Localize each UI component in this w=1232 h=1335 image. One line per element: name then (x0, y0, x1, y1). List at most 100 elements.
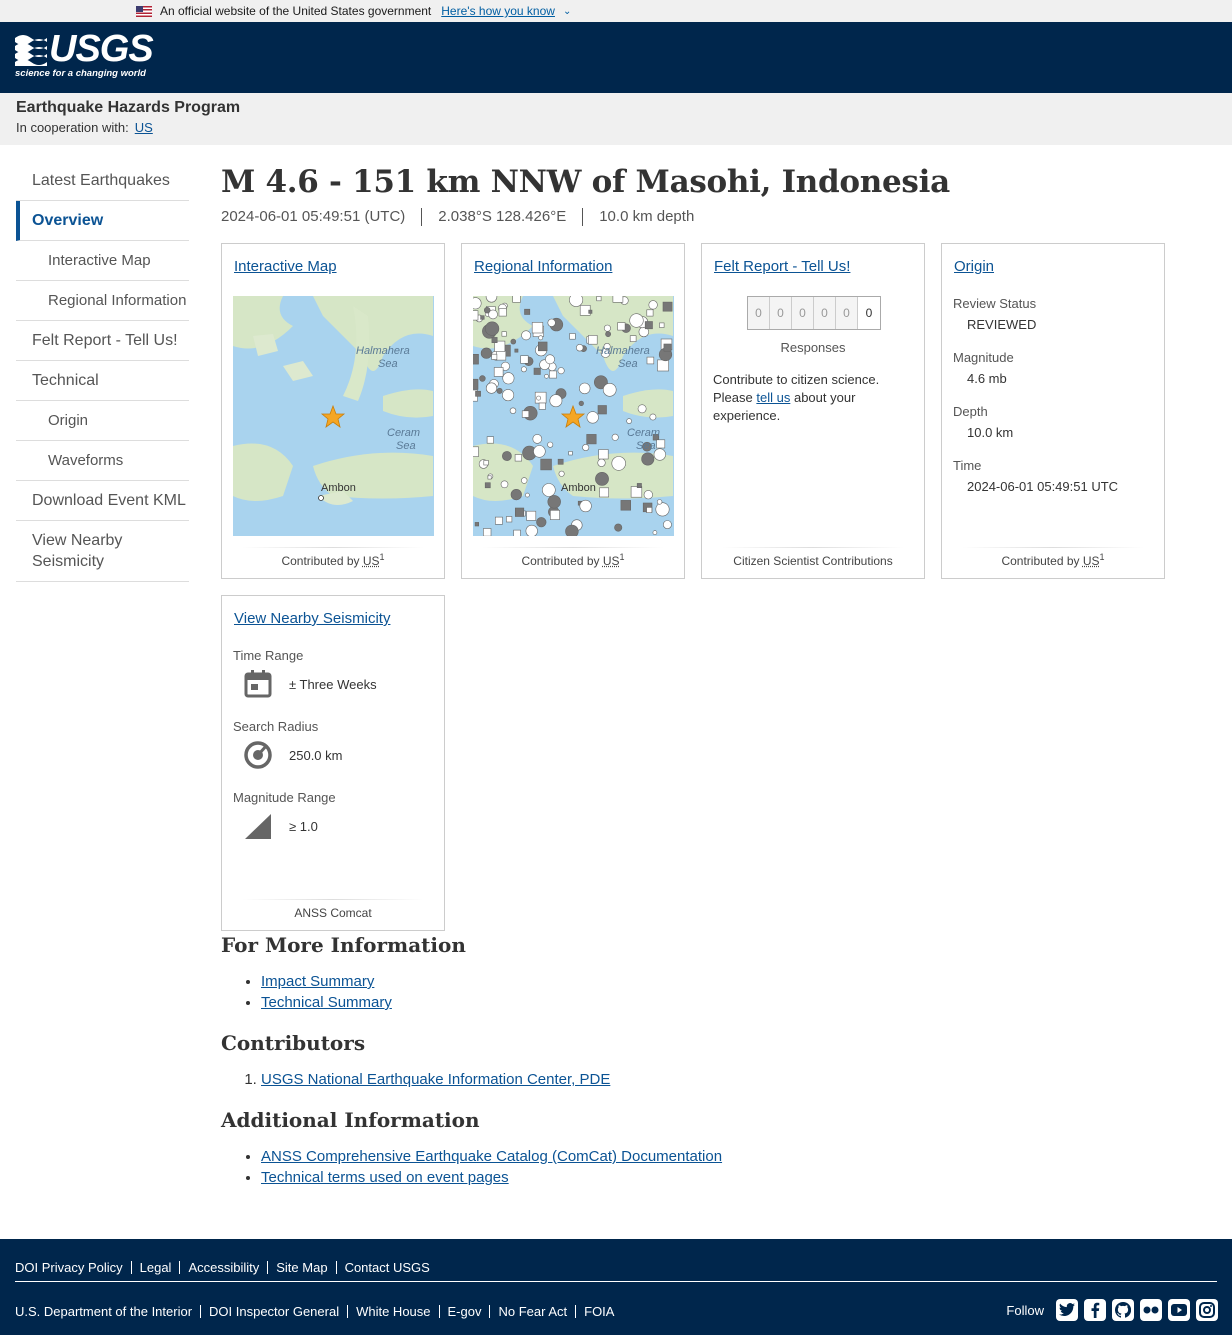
contributors-heading: Contributors (221, 1031, 366, 1055)
seismicity-event-marker (525, 524, 538, 536)
seismicity-event-marker (491, 353, 498, 360)
seismicity-event-marker (540, 458, 552, 471)
footer-link-accessibility[interactable]: Accessibility (179, 1261, 267, 1274)
seismicity-event-marker (588, 335, 598, 345)
seismicity-event-marker (565, 524, 579, 536)
felt-report-card[interactable]: Felt Report - Tell Us! 0 0 0 0 0 0 Respo… (701, 243, 925, 579)
seismicity-event-marker (512, 296, 521, 303)
sidebar-item-origin[interactable]: Origin (16, 401, 189, 441)
sidebar-item-overview[interactable]: Overview (16, 201, 189, 241)
responses-label: Responses (780, 340, 846, 355)
seismicity-event-marker (538, 341, 548, 352)
footer-link-egov[interactable]: E-gov (438, 1305, 490, 1318)
coop-us-link[interactable]: US (135, 120, 153, 135)
seismicity-event-marker (486, 436, 494, 444)
seismicity-event-marker (496, 350, 507, 361)
footer-link-contact[interactable]: Contact USGS (335, 1261, 438, 1274)
seismicity-event-marker (533, 367, 541, 375)
origin-link[interactable]: Origin (954, 258, 994, 275)
depth-value: 10.0 km (967, 425, 1014, 440)
seismicity-event-marker (525, 492, 530, 498)
seismicity-event-marker (595, 471, 609, 486)
seismicity-event-marker (629, 335, 637, 342)
footer-link-foia[interactable]: FOIA (575, 1305, 622, 1318)
sidebar-item-waveforms[interactable]: Waveforms (16, 441, 189, 481)
youtube-icon[interactable] (1168, 1299, 1190, 1321)
neic-contributor-link[interactable]: USGS National Earthquake Information Cen… (261, 1071, 610, 1088)
interactive-map-link[interactable]: Interactive Map (234, 258, 337, 275)
seismicity-event-marker (611, 433, 619, 441)
sidebar-item-download-kml[interactable]: Download Event KML (16, 481, 189, 521)
footer-link-legal[interactable]: Legal (130, 1261, 180, 1274)
regional-label-halmahera: Halmahera (596, 345, 650, 357)
seismicity-event-marker (547, 441, 554, 448)
usgs-logo[interactable]: USGS science for a changing world (15, 28, 154, 82)
follow-label: Follow (1006, 1302, 1044, 1318)
regional-seismicity-thumbnail[interactable]: Halmahera Sea Ceram Sea Ambon (473, 296, 674, 536)
origin-card[interactable]: Origin Review Status REVIEWED Magnitude … (941, 243, 1165, 579)
seismicity-event-marker (597, 405, 607, 415)
interactive-map-thumbnail[interactable]: Halmahera Sea Ceram Sea Ambon (233, 296, 434, 536)
time-label: Time (953, 458, 982, 473)
seismicity-event-marker (520, 477, 528, 484)
main-content: M 4.6 - 151 km NNW of Masohi, Indonesia … (221, 164, 1181, 1188)
twitter-icon[interactable] (1056, 1299, 1078, 1321)
footer-link-inspector-general[interactable]: DOI Inspector General (200, 1305, 347, 1318)
sidebar-item-latest-earthquakes[interactable]: Latest Earthquakes (16, 161, 189, 201)
seismicity-event-marker (626, 418, 632, 424)
footer-link-privacy[interactable]: DOI Privacy Policy (15, 1261, 131, 1274)
list-item: ANSS Comprehensive Earthquake Catalog (C… (261, 1146, 1181, 1167)
seismicity-event-marker (656, 439, 666, 449)
program-title[interactable]: Earthquake Hazards Program (16, 99, 1216, 117)
sidebar-item-technical[interactable]: Technical (16, 361, 189, 401)
interactive-map-card[interactable]: Interactive Map Halmahera Sea Ceram Sea … (221, 243, 445, 579)
seismicity-event-marker (578, 400, 584, 406)
sidebar-item-regional-information[interactable]: Regional Information (16, 281, 189, 321)
seismicity-event-marker (536, 517, 547, 528)
instagram-icon[interactable] (1196, 1299, 1218, 1321)
sidebar-item-felt-report[interactable]: Felt Report - Tell Us! (16, 321, 189, 361)
technical-summary-link[interactable]: Technical Summary (261, 994, 392, 1011)
impact-summary-link[interactable]: Impact Summary (261, 973, 374, 990)
footer-link-site-map[interactable]: Site Map (267, 1261, 335, 1274)
seismicity-event-marker (643, 490, 653, 500)
sidebar-item-nearby-seismicity[interactable]: View Nearby Seismicity (16, 521, 189, 582)
seismicity-event-marker (485, 382, 498, 394)
seismicity-event-marker (646, 507, 653, 513)
time-value: 2024-06-01 05:49:51 UTC (967, 479, 1119, 494)
flickr-icon[interactable] (1140, 1299, 1162, 1321)
seismicity-event-marker (630, 486, 643, 498)
seismicity-event-marker (558, 470, 565, 477)
technical-terms-link[interactable]: Technical terms used on event pages (261, 1169, 509, 1186)
github-icon[interactable] (1112, 1299, 1134, 1321)
seismicity-event-marker (569, 333, 576, 340)
depth-label: Depth (953, 404, 988, 419)
nearby-seismicity-link[interactable]: View Nearby Seismicity (234, 610, 390, 627)
seismicity-event-marker (662, 301, 673, 312)
footer-links-primary: DOI Privacy Policy Legal Accessibility S… (15, 1261, 438, 1274)
time-range-label: Time Range (233, 648, 304, 663)
seismicity-event-marker (513, 529, 521, 536)
counter-digit: 0 (836, 297, 858, 329)
regional-information-card[interactable]: Regional Information Halmahera Sea Ceram… (461, 243, 685, 579)
counter-digit: 0 (770, 297, 792, 329)
seismicity-event-marker (557, 367, 565, 375)
chevron-down-icon[interactable]: ⌄ (563, 6, 571, 17)
comcat-docs-link[interactable]: ANSS Comprehensive Earthquake Catalog (C… (261, 1148, 722, 1165)
footer-link-no-fear-act[interactable]: No Fear Act (489, 1305, 575, 1318)
nearby-seismicity-card[interactable]: View Nearby Seismicity Time Range ± Thre… (221, 595, 445, 931)
sidebar-item-interactive-map[interactable]: Interactive Map (16, 241, 189, 281)
seismicity-event-marker (575, 343, 584, 352)
coop-label: In cooperation with: (16, 120, 129, 135)
summary-cards: Interactive Map Halmahera Sea Ceram Sea … (221, 243, 1181, 933)
seismicity-event-marker (620, 500, 631, 511)
felt-report-link[interactable]: Felt Report - Tell Us! (714, 258, 850, 275)
facebook-icon[interactable] (1084, 1299, 1106, 1321)
regional-information-link[interactable]: Regional Information (474, 258, 612, 275)
footer-link-doi[interactable]: U.S. Department of the Interior (15, 1305, 200, 1318)
event-time: 2024-06-01 05:49:51 (UTC) (221, 208, 406, 225)
tell-us-link[interactable]: tell us (756, 390, 790, 405)
seismicity-event-marker (480, 347, 492, 359)
footer-link-white-house[interactable]: White House (347, 1305, 438, 1318)
heres-how-you-know-link[interactable]: Here's how you know (441, 4, 555, 18)
